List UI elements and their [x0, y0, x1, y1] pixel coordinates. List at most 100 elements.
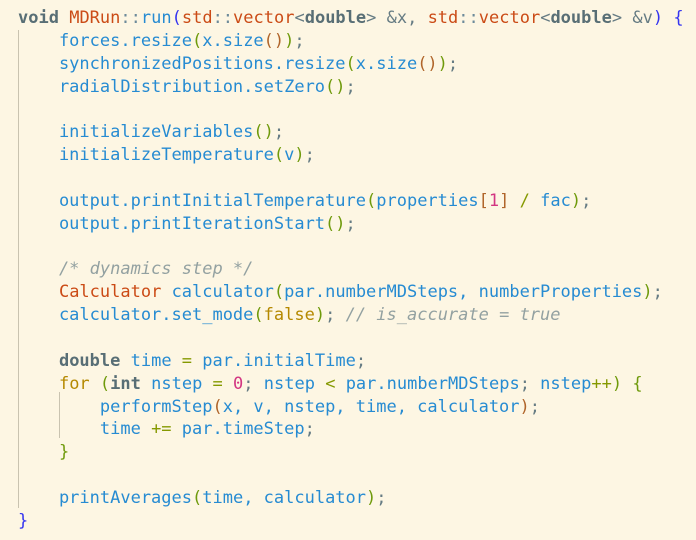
code-token: double — [550, 8, 612, 28]
code-line: radialDistribution.setZero(); — [18, 76, 684, 99]
code-token: { — [673, 8, 684, 28]
code-token: printAverages — [18, 488, 192, 509]
code-token: synchronizedPositions.resize — [18, 53, 346, 74]
code-token: ( — [273, 145, 285, 166]
code-token: calculator.set_mode — [18, 305, 254, 326]
code-token: ) — [519, 396, 530, 417]
code-token: x.size — [202, 30, 264, 51]
code-token: ; — [581, 190, 592, 211]
code-token: calculator — [171, 282, 274, 303]
code-token: radialDistribution.setZero — [18, 76, 326, 97]
code-token: x.size — [355, 53, 418, 74]
code-token: ) — [366, 488, 377, 509]
code-token: properties — [376, 190, 479, 211]
code-token: x, v, nstep, time, calculator — [222, 396, 520, 417]
code-token: ; — [376, 488, 387, 509]
code-token: vector — [233, 8, 295, 28]
code-token: ; — [273, 122, 285, 143]
code-token: void — [18, 8, 59, 28]
code-line: performStep(x, v, nstep, time, calculato… — [18, 396, 684, 419]
code-token: time — [120, 350, 182, 371]
code-token: output.printIterationStart — [18, 213, 326, 234]
code-token: std — [181, 8, 213, 28]
code-token: ( — [345, 53, 356, 74]
code-line: calculator.set_mode(false); // is_accura… — [18, 304, 684, 327]
code-token: ( — [192, 30, 203, 51]
code-line: initializeVariables(); — [18, 121, 684, 144]
code-token: 1 — [488, 190, 500, 211]
code-token: ; — [355, 350, 367, 371]
code-line: double time = par.initialTime; — [18, 350, 684, 373]
code-token: par.timeStep — [171, 419, 305, 440]
code-token: () — [325, 213, 346, 234]
code-token: for — [58, 373, 90, 394]
code-token: < — [294, 8, 305, 28]
code-token: () — [325, 76, 346, 97]
code-token: ; — [304, 145, 315, 166]
code-token: int — [110, 373, 141, 394]
code-token: ; — [294, 30, 305, 51]
code-line: Calculator calculator(par.numberMDSteps,… — [18, 281, 684, 304]
code-line: printAverages(time, calculator); — [18, 487, 684, 510]
code-line: output.printIterationStart(); — [18, 213, 684, 236]
code-token: par.numberMDSteps, numberProperties — [284, 282, 643, 303]
code-token: double — [304, 8, 367, 28]
code-token: = — [181, 350, 193, 371]
code-token: time, calculator — [202, 488, 367, 509]
code-token: ( — [366, 190, 377, 211]
code-token: /* dynamics step */ — [18, 259, 254, 280]
code-token: :: — [120, 8, 141, 28]
code-token: [ — [478, 190, 489, 211]
code-token: output.printInitialTemperature — [18, 190, 366, 211]
code-line: } — [18, 441, 684, 464]
code-token: :: — [458, 8, 479, 28]
code-token: () — [417, 53, 438, 74]
code-token: run — [140, 8, 172, 28]
code-token: par.numberMDSteps — [335, 373, 520, 394]
code-token: v — [284, 145, 295, 166]
code-token: vector — [478, 8, 541, 28]
code-token: ; — [529, 396, 541, 417]
code-token: = — [212, 373, 223, 394]
code-token: ++ — [591, 373, 612, 394]
code-token: par.initialTime — [192, 350, 356, 371]
code-token: += — [151, 419, 172, 440]
code-token: ; — [243, 373, 264, 394]
code-line: forces.resize(x.size()); — [18, 30, 684, 53]
code-line: /* dynamics step */ — [18, 258, 684, 281]
code-token: ( — [192, 488, 203, 509]
code-token: nstep — [140, 373, 213, 394]
code-token: ) — [642, 282, 653, 303]
code-token: ) — [652, 8, 664, 28]
code-token: () — [263, 30, 285, 51]
code-token: ; — [345, 76, 356, 97]
code-token: performStep — [18, 396, 213, 417]
code-token: // is_accurate = true — [345, 305, 561, 326]
code-token: 0 — [233, 373, 244, 394]
code-block[interactable]: void MDRun::run(std::vector<double> &x, … — [18, 7, 684, 533]
code-token: < — [540, 8, 551, 28]
code-token: > &v — [611, 8, 653, 28]
code-token: MDRun — [69, 8, 121, 28]
code-token: ( — [171, 8, 182, 28]
code-token: } — [18, 510, 29, 531]
code-token: ) — [314, 305, 326, 326]
code-token: ( — [212, 396, 223, 417]
code-token: ) — [294, 145, 305, 166]
code-line: initializeTemperature(v); — [18, 144, 684, 167]
code-token: nstep — [263, 373, 326, 394]
